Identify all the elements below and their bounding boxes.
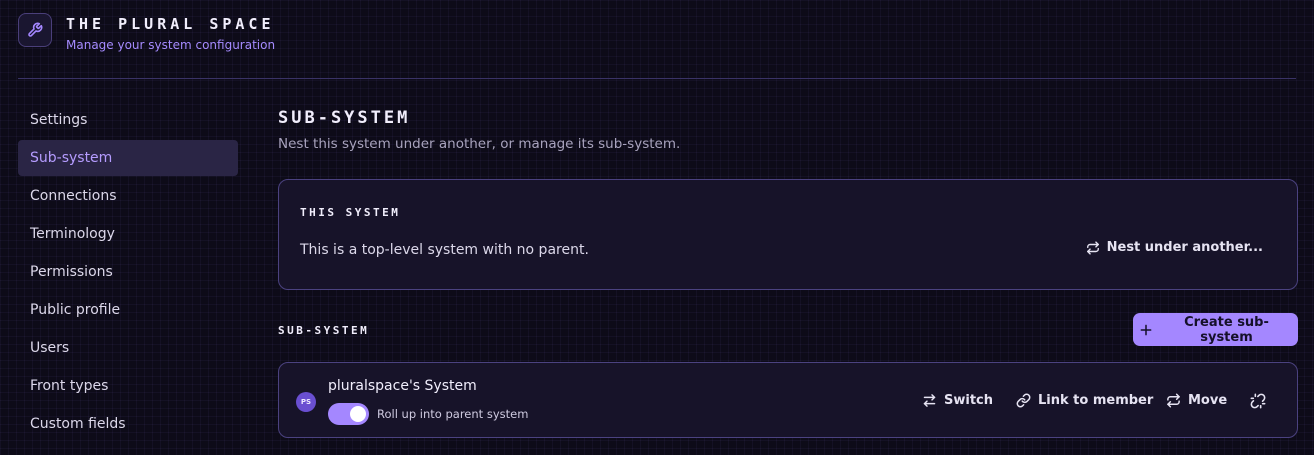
- rollup-toggle[interactable]: [328, 403, 369, 425]
- create-sub-system-label: Create sub-system: [1184, 314, 1269, 345]
- rollup-label: Roll up into parent system: [377, 407, 529, 421]
- switch-label: Switch: [944, 393, 994, 408]
- app-logo: [18, 13, 52, 47]
- header-divider: [18, 78, 1296, 79]
- avatar: PS: [296, 392, 316, 412]
- nest-under-another-label: Nest under another...: [1106, 240, 1263, 255]
- app-subtitle: Manage your system configuration: [66, 38, 276, 52]
- sidebar: Settings Sub-system Connections Terminol…: [18, 102, 238, 444]
- create-sub-system-button[interactable]: Create sub-system: [1133, 313, 1298, 346]
- switch-button[interactable]: Switch: [922, 393, 993, 408]
- sidebar-item-sub-system[interactable]: Sub-system: [18, 140, 238, 176]
- move-label: Move: [1188, 393, 1228, 408]
- page-description: Nest this system under another, or manag…: [278, 136, 681, 152]
- sidebar-item-connections[interactable]: Connections: [18, 178, 238, 214]
- link-to-member-button[interactable]: Link to member: [1016, 393, 1153, 408]
- sidebar-item-permissions[interactable]: Permissions: [18, 254, 238, 290]
- nest-under-another-button[interactable]: Nest under another...: [1086, 240, 1263, 255]
- sidebar-item-public-profile[interactable]: Public profile: [18, 292, 238, 328]
- sub-system-name: pluralspace's System: [328, 378, 477, 394]
- switch-arrows-icon: [922, 393, 937, 408]
- repeat-icon: [1166, 393, 1181, 408]
- this-system-status: This is a top-level system with no paren…: [300, 242, 589, 258]
- unlink-icon: [1250, 393, 1266, 409]
- sidebar-item-users[interactable]: Users: [18, 330, 238, 366]
- toggle-knob: [350, 406, 366, 422]
- unlink-button[interactable]: [1250, 393, 1266, 409]
- this-system-heading: This system: [300, 206, 401, 219]
- list-item: PS pluralspace's System Roll up into par…: [278, 362, 1298, 438]
- page-title: Sub-system: [278, 108, 411, 128]
- link-icon: [1016, 393, 1031, 408]
- move-button[interactable]: Move: [1166, 393, 1227, 408]
- sidebar-item-settings[interactable]: Settings: [18, 102, 238, 138]
- main-content: Sub-system Nest this system under anothe…: [278, 108, 1298, 438]
- sidebar-item-terminology[interactable]: Terminology: [18, 216, 238, 252]
- sub-system-heading: Sub-system: [278, 324, 370, 337]
- plus-icon: [1139, 323, 1153, 337]
- wrench-icon: [27, 22, 43, 38]
- sidebar-item-front-types[interactable]: Front types: [18, 368, 238, 404]
- app-title: The Plural Space: [66, 15, 275, 33]
- repeat-icon: [1086, 240, 1100, 255]
- sidebar-item-custom-fields[interactable]: Custom fields: [18, 406, 238, 442]
- link-to-member-label: Link to member: [1038, 393, 1154, 408]
- this-system-card: This system This is a top-level system w…: [278, 179, 1298, 290]
